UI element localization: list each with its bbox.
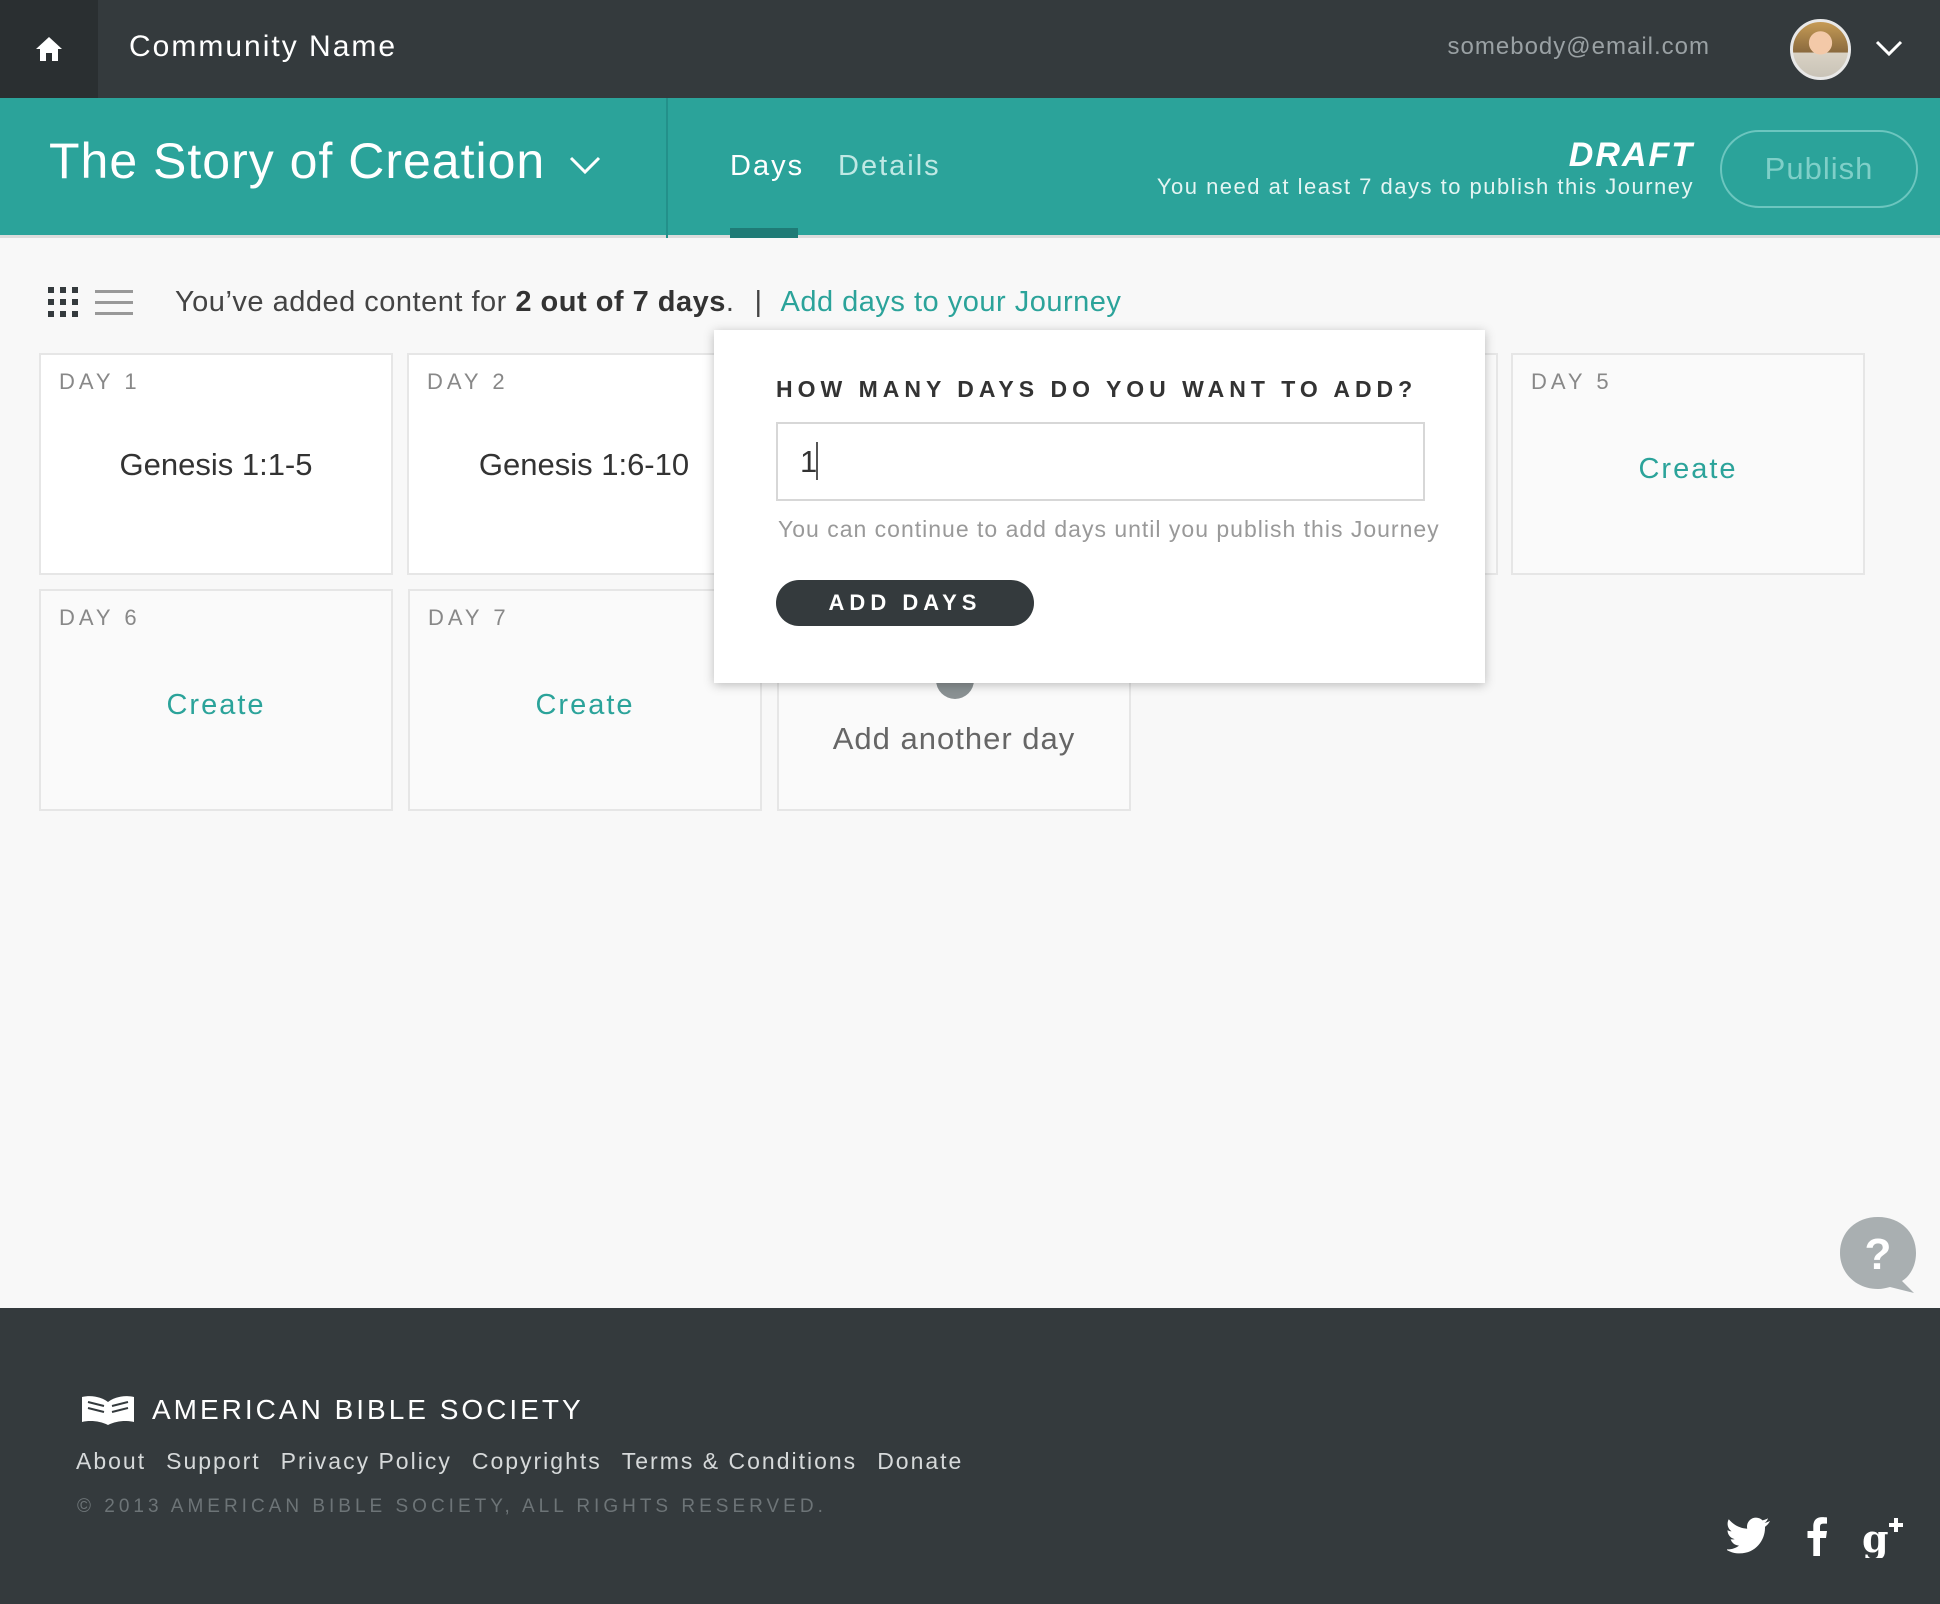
popover-question: HOW MANY DAYS DO YOU WANT TO ADD? <box>776 376 1418 402</box>
status-badge: DRAFT <box>1568 136 1694 174</box>
chevron-down-icon <box>570 156 601 175</box>
footer-logo[interactable]: AMERICAN BIBLE SOCIETY <box>80 1394 584 1426</box>
chevron-down-icon[interactable] <box>1873 32 1905 64</box>
tab-days[interactable]: Days <box>730 150 804 183</box>
journey-title-dropdown[interactable]: The Story of Creation <box>49 132 601 190</box>
footer-link-donate[interactable]: Donate <box>877 1448 963 1475</box>
footer-link-support[interactable]: Support <box>166 1448 261 1475</box>
summary-separator: | <box>754 286 763 318</box>
svg-text:g: g <box>1862 1516 1889 1558</box>
journey-title: The Story of Creation <box>49 133 546 189</box>
twitter-icon[interactable] <box>1727 1516 1771 1554</box>
add-days-button[interactable]: ADD DAYS <box>776 580 1034 626</box>
home-button[interactable] <box>0 0 98 98</box>
popover-hint: You can continue to add days until you p… <box>778 516 1440 542</box>
organization-name: AMERICAN BIBLE SOCIETY <box>152 1394 584 1425</box>
tab-details[interactable]: Details <box>838 150 941 183</box>
summary-prefix: You’ve added content for <box>175 286 516 318</box>
copyright: © 2013 AMERICAN BIBLE SOCIETY, ALL RIGHT… <box>77 1496 827 1517</box>
footer-link-about[interactable]: About <box>76 1448 146 1475</box>
user-email: somebody@email.com <box>1447 33 1710 60</box>
add-days-popover: HOW MANY DAYS DO YOU WANT TO ADD? You ca… <box>714 330 1485 683</box>
add-days-link[interactable]: Add days to your Journey <box>781 286 1122 318</box>
open-book-icon <box>82 1396 134 1425</box>
day-card: DAY 6 Create <box>39 589 393 811</box>
svg-text:?: ? <box>1865 1230 1892 1279</box>
day-label: DAY 6 <box>59 605 141 630</box>
help-icon[interactable]: ? <box>1838 1215 1918 1295</box>
days-count-input[interactable] <box>776 422 1425 501</box>
summary-suffix: . <box>725 286 735 318</box>
footer: AMERICAN BIBLE SOCIETY About Support Pri… <box>0 1308 1940 1604</box>
facebook-icon[interactable] <box>1806 1516 1828 1556</box>
footer-links: About Support Privacy Policy Copyrights … <box>76 1448 963 1475</box>
footer-link-terms[interactable]: Terms & Conditions <box>622 1448 857 1475</box>
create-day-link[interactable]: Create <box>410 689 760 722</box>
journey-header: The Story of Creation Days Details DRAFT… <box>0 98 1940 238</box>
footer-link-copyrights[interactable]: Copyrights <box>472 1448 602 1475</box>
day-content-title: Genesis 1:1-5 <box>119 447 313 482</box>
day-content-title: Genesis 1:6-10 <box>478 447 690 482</box>
day-card[interactable]: DAY 1 Genesis 1:1-5 <box>39 353 393 575</box>
day-card[interactable]: DAY 2 Genesis 1:6-10 <box>407 353 761 575</box>
top-bar: Community Name somebody@email.com <box>0 0 1940 98</box>
create-day-link[interactable]: Create <box>41 689 391 722</box>
day-label: DAY 5 <box>1531 369 1613 394</box>
avatar[interactable] <box>1790 19 1851 80</box>
summary-count: 2 out of 7 days <box>515 286 726 318</box>
day-label: DAY 2 <box>427 369 509 394</box>
footer-link-privacy-policy[interactable]: Privacy Policy <box>281 1448 452 1475</box>
day-card: DAY 7 Create <box>408 589 762 811</box>
create-day-link[interactable]: Create <box>1513 453 1863 486</box>
home-icon <box>36 37 62 61</box>
active-tab-indicator <box>730 228 798 238</box>
google-plus-icon[interactable]: g <box>1862 1516 1908 1558</box>
list-view-icon[interactable] <box>95 290 133 316</box>
day-card: DAY 5 Create <box>1511 353 1865 575</box>
publish-button[interactable]: Publish <box>1720 130 1918 208</box>
publish-requirement-note: You need at least 7 days to publish this… <box>1156 174 1694 199</box>
header-divider <box>666 98 668 238</box>
add-another-day-label: Add another day <box>832 721 1076 756</box>
day-label: DAY 1 <box>59 369 141 394</box>
content-summary: You’ve added content for 2 out of 7 days… <box>175 286 1121 319</box>
text-caret <box>816 442 818 480</box>
day-label: DAY 7 <box>428 605 510 630</box>
grid-view-icon[interactable] <box>48 287 79 318</box>
community-name[interactable]: Community Name <box>129 30 397 64</box>
